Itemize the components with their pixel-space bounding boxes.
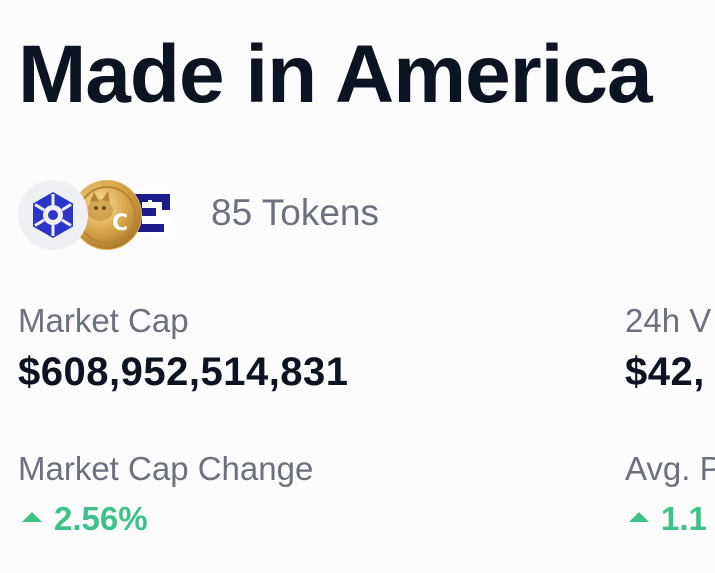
svg-text:C: C xyxy=(112,211,128,236)
caret-up-icon xyxy=(22,512,42,523)
avg-change-value: 1.1 xyxy=(629,500,707,538)
volume-24h-label: 24h V xyxy=(625,302,712,339)
token-count[interactable]: 85 Tokens xyxy=(211,192,379,234)
market-cap-change-value: 2.56% xyxy=(22,500,148,538)
volume-24h-value: $42, xyxy=(625,350,705,394)
avg-change-percent: 1.1 xyxy=(661,500,707,537)
market-cap-label: Market Cap xyxy=(18,302,189,339)
caret-up-icon xyxy=(629,512,649,523)
token-summary[interactable]: C 85 Tokens xyxy=(18,176,478,256)
market-cap-change-label: Market Cap Change xyxy=(18,450,314,487)
page-title: Made in America xyxy=(18,29,653,120)
avg-change-label: Avg. P xyxy=(625,450,715,487)
market-cap-value: $608,952,514,831 xyxy=(18,350,349,394)
hexagon-token-icon xyxy=(18,180,88,250)
market-cap-change-percent: 2.56% xyxy=(54,500,148,537)
